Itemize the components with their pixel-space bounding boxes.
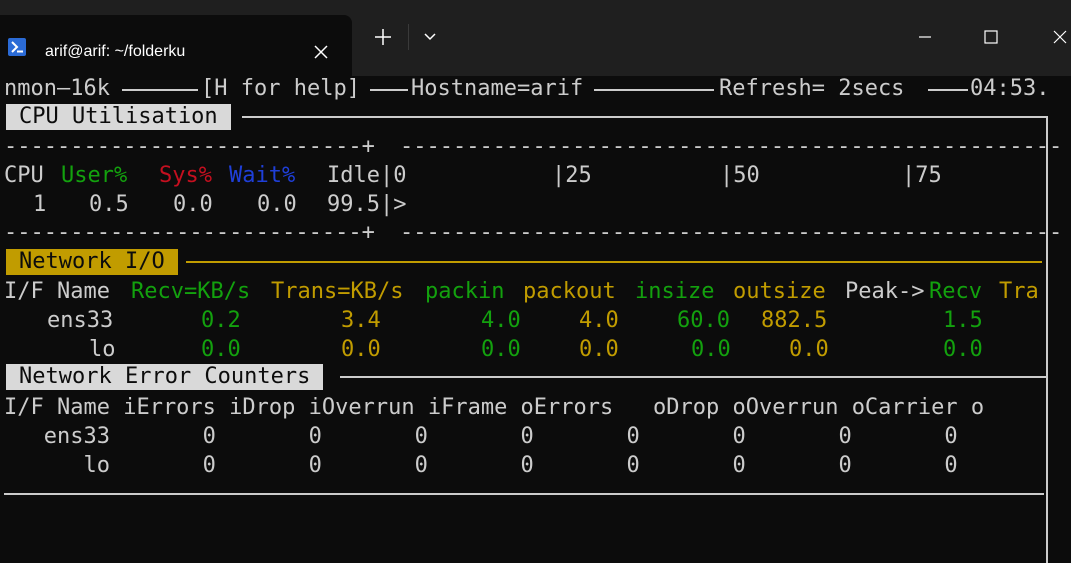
net-col-packin: packin bbox=[425, 279, 505, 304]
cpu-col-idle: Idle|0 bbox=[327, 163, 407, 188]
tab-separator bbox=[408, 24, 409, 50]
net-col-peak-recv: Recv bbox=[929, 279, 982, 304]
header-rule bbox=[370, 89, 408, 91]
net-col-ifname: I/F Name bbox=[4, 279, 110, 304]
tab-title: arif@arif: ~/folderku bbox=[45, 43, 186, 60]
errors-row: ens33 0 0 0 0 0 0 0 0 bbox=[4, 424, 958, 449]
net-row-packout: 4.0 bbox=[579, 308, 619, 333]
net-col-peak-trans: Tra bbox=[999, 279, 1039, 304]
header-rule bbox=[594, 89, 714, 91]
minimize-icon bbox=[919, 36, 931, 38]
dropdown-button[interactable] bbox=[416, 20, 444, 54]
net-row-recv: 0.2 bbox=[201, 308, 241, 333]
cpu-col-user: User% bbox=[61, 163, 128, 188]
cpu-row-wait: 0.0 bbox=[257, 192, 297, 217]
cpu-row-number: 1 bbox=[33, 192, 47, 217]
net-row-recv: 0.0 bbox=[201, 337, 241, 362]
net-col-packout: packout bbox=[523, 279, 616, 304]
cpu-row-user: 0.5 bbox=[89, 192, 129, 217]
tab-close-icon[interactable] bbox=[306, 37, 336, 67]
net-col-insize: insize bbox=[635, 279, 715, 304]
net-col-trans: Trans=KB/s bbox=[271, 279, 404, 304]
cpu-section-rule bbox=[242, 116, 1048, 118]
errors-header: I/F Name iErrors iDrop iOverrun iFrame o… bbox=[4, 395, 985, 420]
cpu-section-title: CPU Utilisation bbox=[6, 104, 231, 130]
cpu-col-cpu: CPU bbox=[4, 163, 44, 188]
refresh-rate: Refresh= 2secs bbox=[719, 76, 905, 101]
cpu-col-sys: Sys% bbox=[159, 163, 212, 188]
new-tab-button[interactable] bbox=[368, 20, 398, 54]
net-row-packin: 0.0 bbox=[481, 337, 521, 362]
cpu-scale-75: |75 bbox=[902, 163, 942, 188]
cpu-dash-left-bottom: ---------------------------+ bbox=[4, 220, 375, 245]
chevron-down-icon bbox=[424, 33, 436, 41]
terminal-area[interactable]: nmon—16k [H for help] Hostname=arif Refr… bbox=[0, 76, 1071, 563]
cpu-dash-right-bottom: ----------------------------------------… bbox=[400, 220, 1063, 245]
cpu-dash-left: ---------------------------+ bbox=[4, 134, 375, 159]
net-col-recv: Recv=KB/s bbox=[131, 279, 251, 304]
net-row-trans: 3.4 bbox=[341, 308, 381, 333]
cpu-dash-right: ----------------------------------------… bbox=[400, 134, 1063, 159]
close-icon bbox=[1053, 30, 1067, 44]
cpu-row-sys: 0.0 bbox=[173, 192, 213, 217]
errors-section-rule bbox=[340, 376, 1048, 378]
cpu-col-wait: Wait% bbox=[229, 163, 296, 188]
maximize-button[interactable] bbox=[976, 20, 1006, 54]
net-row-peak-recv: 1.5 bbox=[943, 308, 983, 333]
nmon-version: nmon—16k bbox=[4, 76, 110, 101]
net-row-insize: 60.0 bbox=[677, 308, 730, 333]
cpu-row-idle: 99.5|> bbox=[327, 192, 407, 217]
cpu-scale-25: |25 bbox=[552, 163, 592, 188]
cpu-scale-50: |50 bbox=[720, 163, 760, 188]
plus-icon bbox=[375, 29, 391, 45]
net-row-packin: 4.0 bbox=[481, 308, 521, 333]
window-close-button[interactable] bbox=[1046, 20, 1071, 54]
net-col-outsize: outsize bbox=[733, 279, 826, 304]
right-border bbox=[1046, 116, 1048, 563]
network-section-rule bbox=[186, 261, 1042, 263]
net-row-outsize: 882.5 bbox=[761, 308, 828, 333]
header-rule bbox=[928, 89, 968, 91]
net-row-ifname: ens33 bbox=[47, 308, 114, 333]
bottom-rule bbox=[4, 493, 1044, 495]
header-rule bbox=[122, 89, 198, 91]
title-bar: arif@arif: ~/folderku bbox=[0, 0, 1071, 76]
net-row-packout: 0.0 bbox=[579, 337, 619, 362]
net-row-peak-recv: 0.0 bbox=[943, 337, 983, 362]
net-row-insize: 0.0 bbox=[691, 337, 731, 362]
errors-row: lo 0 0 0 0 0 0 0 0 bbox=[4, 453, 958, 478]
terminal-tab[interactable]: arif@arif: ~/folderku bbox=[0, 15, 352, 76]
net-row-outsize: 0.0 bbox=[789, 337, 829, 362]
net-col-peak: Peak-> bbox=[845, 279, 925, 304]
minimize-button[interactable] bbox=[910, 20, 940, 54]
maximize-icon bbox=[984, 30, 998, 44]
network-section-title: Network I/O bbox=[6, 249, 178, 275]
help-hint: [H for help] bbox=[201, 76, 360, 101]
errors-section-title: Network Error Counters bbox=[6, 364, 324, 390]
clock: 04:53. bbox=[970, 76, 1050, 101]
powershell-icon bbox=[8, 38, 26, 56]
hostname: Hostname=arif bbox=[411, 76, 584, 101]
net-row-trans: 0.0 bbox=[341, 337, 381, 362]
net-row-ifname: lo bbox=[89, 337, 116, 362]
